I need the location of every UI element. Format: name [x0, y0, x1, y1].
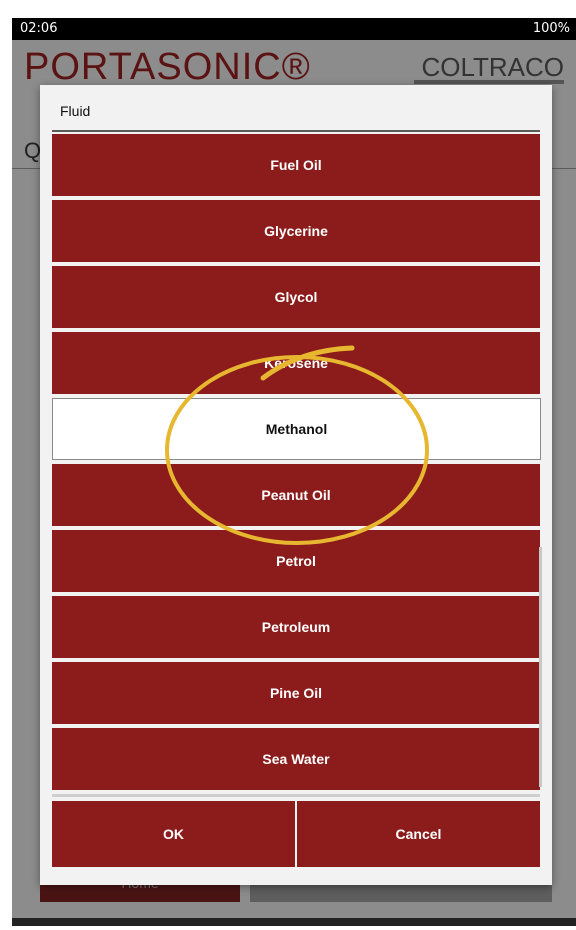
fluid-option-list[interactable]: Fuel Oil Glycerine Glycol Kerosene Metha… [52, 132, 542, 800]
navigation-bar [12, 918, 576, 926]
fluid-option-petroleum[interactable]: Petroleum [52, 596, 540, 658]
fluid-option-sea-water[interactable]: Sea Water [52, 728, 540, 790]
battery-level: 100% [532, 21, 570, 36]
company-logo: COLTRACO [421, 52, 564, 82]
app-logo: PORTASONIC® [24, 46, 311, 88]
fluid-option-pine-oil[interactable]: Pine Oil [52, 662, 540, 724]
background-heading: Q [24, 138, 42, 163]
fluid-option-fuel-oil[interactable]: Fuel Oil [52, 134, 540, 196]
fluid-option-glycol[interactable]: Glycol [52, 266, 540, 328]
fluid-option-peanut-oil[interactable]: Peanut Oil [52, 464, 540, 526]
fluid-option-petrol[interactable]: Petrol [52, 530, 540, 592]
fluid-option-glycerine[interactable]: Glycerine [52, 200, 540, 262]
ok-button[interactable]: OK [52, 801, 295, 867]
fluid-dialog: Fluid Fuel Oil Glycerine Glycol Kerosene… [40, 85, 552, 885]
dialog-title: Fluid [60, 103, 91, 119]
company-tagline-bar [414, 80, 564, 84]
status-time: 02:06 [20, 21, 58, 36]
fluid-option-kerosene[interactable]: Kerosene [52, 332, 540, 394]
status-bar: 02:06 100% [12, 18, 576, 40]
fluid-option-methanol[interactable]: Methanol [52, 398, 541, 460]
list-scrollbar[interactable] [539, 547, 542, 787]
cancel-button[interactable]: Cancel [297, 801, 540, 867]
dialog-footer-divider [52, 794, 540, 797]
